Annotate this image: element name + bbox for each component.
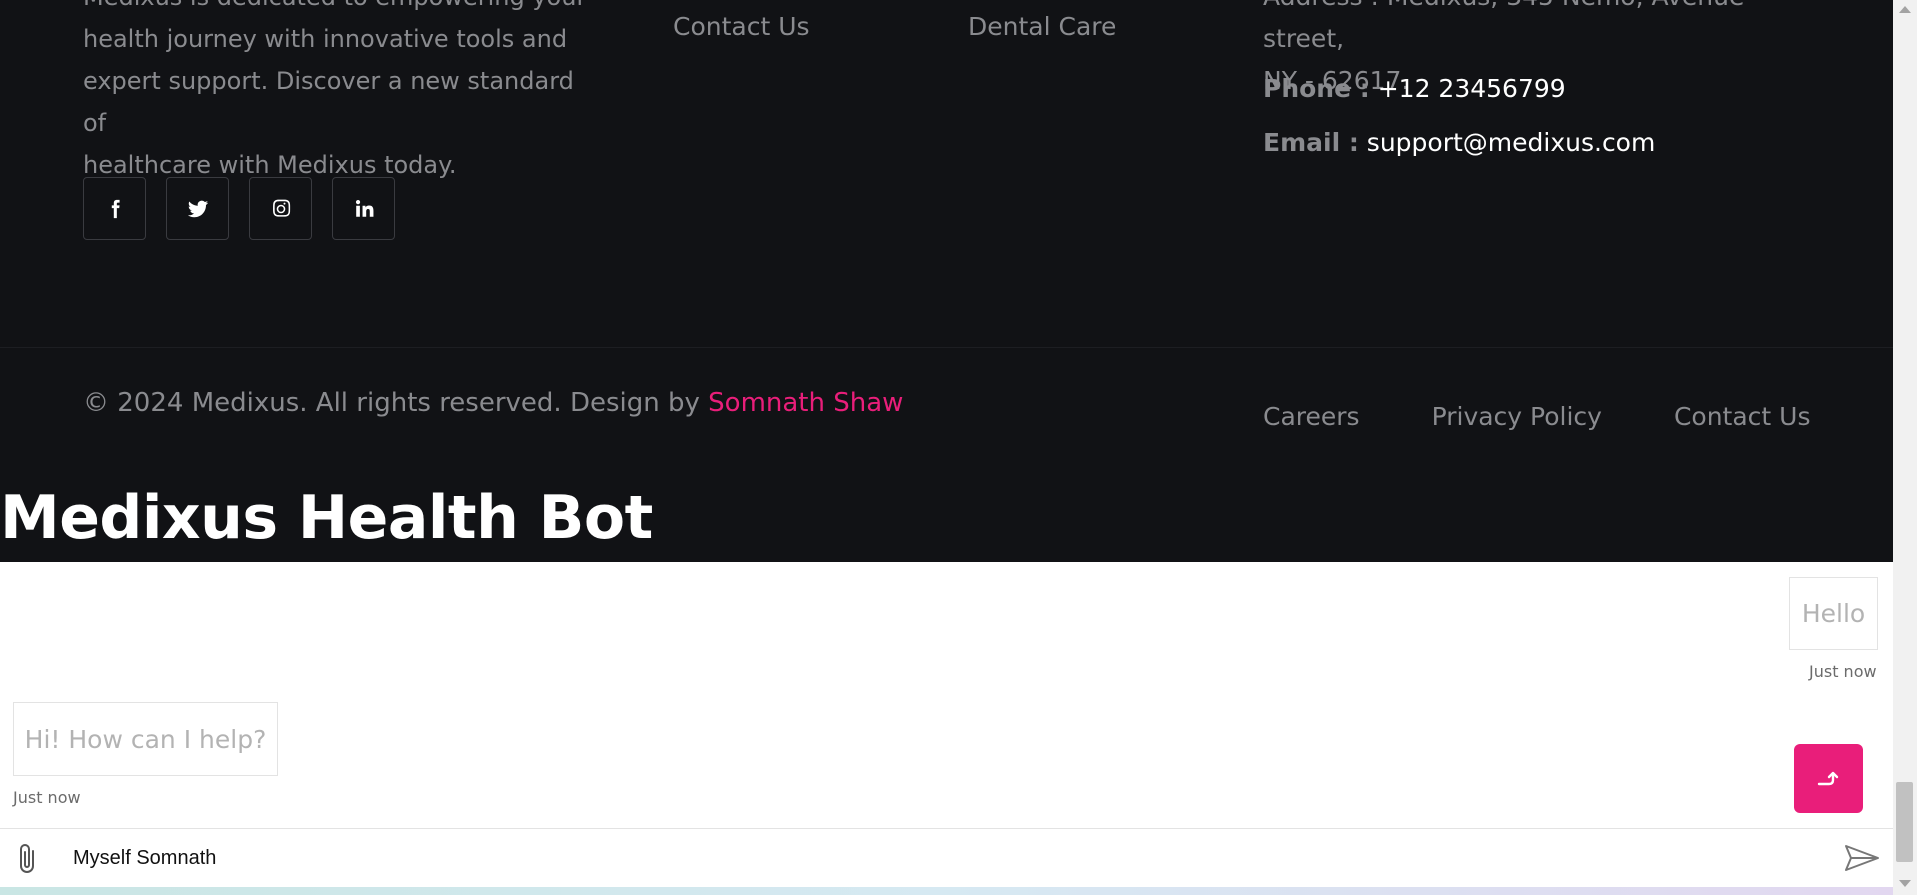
footer-link-contact-us[interactable]: Contact Us [1674,402,1811,431]
about-line: expert support. Discover a new standard … [83,67,574,137]
twitter-icon [187,200,208,217]
footer-link-privacy-policy[interactable]: Privacy Policy [1432,402,1602,431]
bot-title: Medixus Health Bot [0,483,653,553]
facebook-button[interactable] [83,177,146,240]
footer-link-careers[interactable]: Careers [1263,402,1360,431]
linkedin-button[interactable] [332,177,395,240]
scroll-to-top-button[interactable] [1794,744,1863,813]
about-line: health journey with innovative tools and [83,25,568,53]
email-row: Email : support@medixus.com [1263,128,1655,157]
facebook-icon [111,199,120,218]
scrollbar-thumb[interactable] [1896,782,1913,862]
footer-link-contact-us[interactable]: Contact Us [673,12,810,41]
phone-value[interactable]: +12 23456799 [1378,74,1566,103]
social-links [83,177,395,240]
paperclip-icon[interactable] [13,842,41,876]
bot-message: Hi! How can I help? [13,702,278,776]
phone-row: Phone : +12 23456799 [1263,74,1566,103]
message-input[interactable] [60,837,1820,879]
arrow-up-icon [1817,771,1838,785]
send-icon[interactable] [1844,843,1880,873]
copyright: © 2024 Medixus. All rights reserved. Des… [83,388,903,418]
chat-input-bar [0,828,1893,887]
chat-window: Hello Just now Hi! How can I help? Just … [0,562,1893,828]
phone-label: Phone : [1263,74,1370,103]
footer-divider [0,347,1893,348]
instagram-icon [272,199,290,217]
linkedin-icon [355,199,373,217]
site-footer: Medixus is dedicated to empowering your … [0,0,1893,562]
email-value[interactable]: support@medixus.com [1367,128,1656,157]
address-line: Address : Medixus, 345 Nemo, Avenue stre… [1263,0,1744,53]
window-bottom-edge [0,887,1893,895]
instagram-button[interactable] [249,177,312,240]
twitter-button[interactable] [166,177,229,240]
copyright-text: © 2024 Medixus. All rights reserved. Des… [83,388,709,418]
designer-link[interactable]: Somnath Shaw [708,388,903,418]
user-message: Hello [1789,577,1878,650]
footer-link-dental-care[interactable]: Dental Care [968,12,1116,41]
about-line: Medixus is dedicated to empowering your [83,0,603,18]
email-label: Email : [1263,128,1359,157]
scroll-up-arrow[interactable] [1899,6,1911,13]
scroll-down-arrow[interactable] [1899,880,1911,887]
page-scrollbar[interactable] [1893,0,1917,895]
message-timestamp: Just now [1809,662,1877,681]
footer-about: Medixus is dedicated to empowering your … [83,0,603,186]
footer-bottom-links: Careers Privacy Policy Contact Us [1263,402,1811,431]
message-timestamp: Just now [13,788,81,807]
